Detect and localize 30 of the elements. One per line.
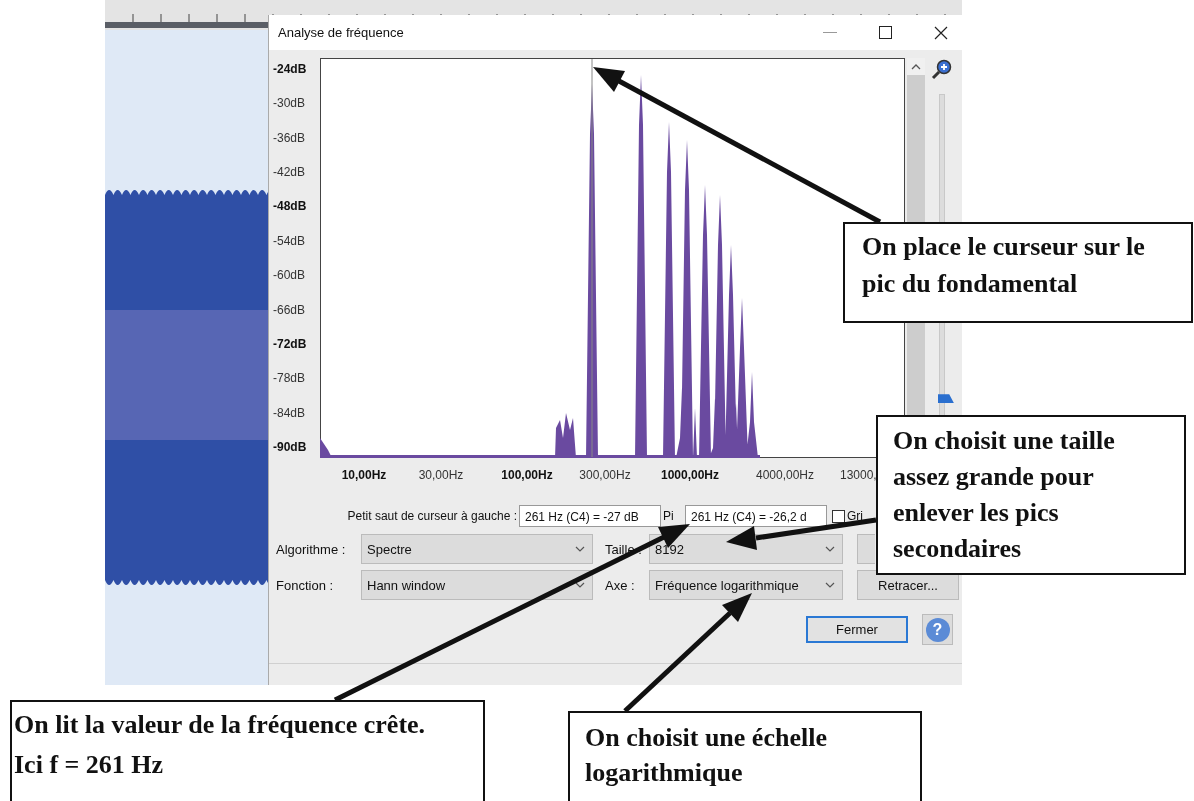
setting-label: Algorithme : — [276, 541, 347, 557]
axis-label: 30,00Hz — [418, 468, 464, 482]
axis-label: -24dB — [273, 61, 308, 78]
grid-label: Gri — [847, 509, 863, 523]
axis-label: -30dB — [273, 95, 307, 113]
axis-label: 100,00Hz — [501, 468, 553, 482]
axis-label: -84dB — [273, 404, 307, 422]
annotation-text: On choisit une taille assez grande pour enlever les pics secondaires — [893, 426, 1115, 563]
annotation-text: On place le curseur sur le pic du fondamental — [862, 232, 1145, 298]
axis-label: -66dB — [273, 301, 307, 319]
axis-label: 10,00Hz — [341, 468, 387, 482]
peak-label: Pi — [663, 509, 675, 523]
annotation-text: On choisit une échelle logarithmique — [585, 723, 827, 787]
axis-label: 4000,00Hz — [756, 468, 814, 482]
axis-label: -48dB — [273, 198, 308, 216]
axis-label: 1000,00Hz — [661, 468, 719, 482]
axis-label: -78dB — [273, 370, 307, 388]
axis-label: -36dB — [273, 129, 307, 147]
axis-label: -60dB — [273, 267, 307, 285]
annotation-text: On lit la valeur de la fréquence crête. Ici f = 261 Hz — [14, 710, 426, 779]
axis-label: -54dB — [273, 232, 307, 250]
window-title: Analyse de fréquence — [278, 25, 404, 40]
axis-label: -42dB — [273, 164, 307, 182]
setting-label: Axe : — [605, 577, 636, 593]
axis-label: 13000, — [840, 468, 877, 482]
cursor-label: Petit saut de curseur à gauche : — [346, 509, 517, 523]
axis-label: -72dB — [273, 335, 308, 353]
axis-label: 300,00Hz — [579, 468, 631, 482]
setting-label: Fonction : — [276, 577, 335, 593]
axis-label: -90dB — [273, 438, 308, 456]
